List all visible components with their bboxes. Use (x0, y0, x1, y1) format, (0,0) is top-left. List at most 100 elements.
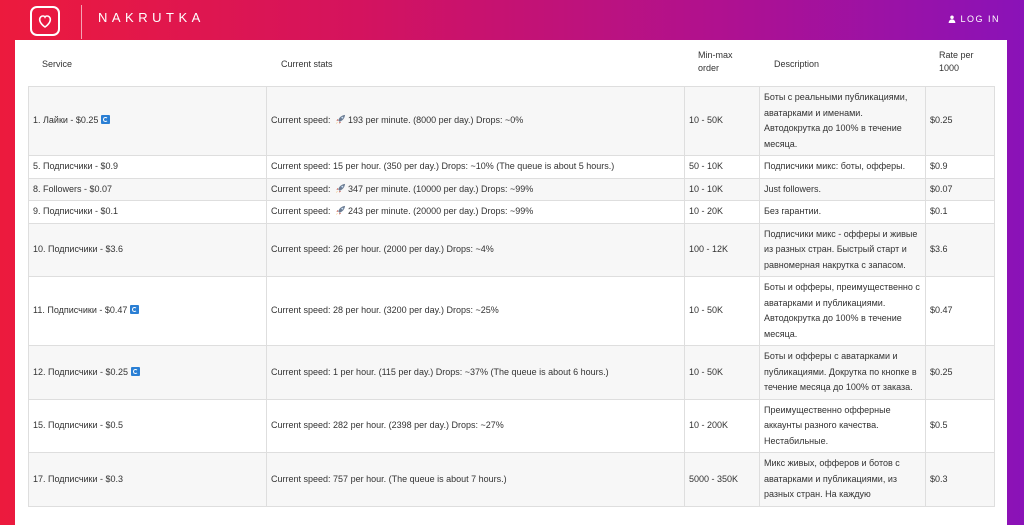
min-max-cell: 5000 - 350K (684, 452, 760, 507)
brand-divider (81, 5, 82, 39)
service-cell: 12. Подписчики - $0.25 (28, 345, 267, 400)
description-cell: Боты и офферы, преимущественно с аватарк… (759, 276, 926, 346)
rate-cell: $0.25 (925, 345, 995, 400)
stats-prefix: Current speed: (271, 244, 334, 254)
rate-value: $0.47 (930, 305, 953, 316)
stats-prefix: Current speed: (271, 473, 334, 484)
table-row[interactable]: 15. Подписчики - $0.5 Current speed: 282… (28, 398, 995, 453)
service-name: 15. Подписчики - $0.5 (33, 420, 124, 430)
top-navigation-bar: NAKRUTKA LOG IN (0, 0, 1024, 40)
table-row[interactable]: 12. Подписчики - $0.25 Current speed: 1 … (28, 345, 995, 400)
service-name: 8. Followers - $0.07 (33, 183, 113, 194)
stats-cell: Current speed: 243 per minute. (20000 pe… (266, 200, 685, 224)
user-icon (949, 15, 956, 23)
stats-prefix: Current speed: (271, 161, 334, 171)
column-min-max-line2: order (698, 63, 720, 73)
rate-cell: $0.07 (925, 177, 995, 201)
stats-prefix: Current speed: (271, 420, 334, 430)
column-current-stats: Current stats (281, 59, 333, 69)
stats-prefix: Current speed: (271, 206, 334, 216)
logo[interactable] (30, 6, 60, 36)
stats-text: 1 per hour. (115 per day.) Drops: ~37% (… (333, 366, 609, 377)
table-row[interactable]: 17. Подписчики - $0.3 Current speed: 757… (28, 452, 995, 507)
service-cell: 1. Лайки - $0.25 (28, 86, 267, 156)
column-service: Service (42, 59, 73, 69)
description-cell: Подписчики микс - офферы и живые из разн… (759, 222, 926, 277)
description-cell: Преимущественно офферные аккаунты разног… (759, 398, 926, 453)
table-row[interactable]: 11. Подписчики - $0.47 Current speed: 28… (28, 276, 995, 346)
heart-icon (38, 15, 52, 28)
description-text: Подписчики микс - офферы и живые из разн… (764, 228, 918, 270)
service-cell: 8. Followers - $0.07 (28, 177, 267, 201)
table-row[interactable]: 10. Подписчики - $3.6 Current speed: 26 … (28, 222, 995, 277)
min-max-value: 50 - 10K (689, 161, 724, 171)
column-description: Description (774, 59, 820, 69)
table-row[interactable]: 5. Подписчики - $0.9 Current speed: 15 p… (28, 155, 995, 179)
rate-cell: $0.3 (925, 452, 995, 507)
description-text: Just followers. (764, 183, 822, 194)
stats-prefix: Current speed: (271, 115, 334, 126)
service-name: 11. Подписчики - $0.47 (33, 305, 128, 316)
stats-text: 28 per hour. (3200 per day.) Drops: ~25% (333, 305, 499, 316)
min-max-value: 100 - 12K (689, 244, 729, 254)
stats-cell: Current speed: 757 per hour. (The queue … (266, 452, 685, 507)
service-name: 5. Подписчики - $0.9 (33, 161, 119, 171)
service-cell: 5. Подписчики - $0.9 (28, 155, 267, 179)
stats-prefix: Current speed: (271, 366, 334, 377)
column-min-max-order: Min-max order (698, 49, 733, 75)
stats-cell: Current speed: 1 per hour. (115 per day.… (266, 345, 685, 400)
description-text: Преимущественно офферные аккаунты разног… (764, 404, 891, 446)
rate-value: $0.25 (930, 366, 953, 377)
service-cell: 9. Подписчики - $0.1 (28, 200, 267, 224)
min-max-cell: 10 - 20K (684, 200, 760, 224)
stats-prefix: Current speed: (271, 305, 334, 316)
description-text: Боты и офферы, преимущественно с аватарк… (764, 282, 920, 339)
description-cell: Боты и офферы с аватарками и публикациям… (759, 345, 926, 400)
min-max-cell: 10 - 50K (684, 86, 760, 156)
description-text: Микс живых, офферов и ботов с аватарками… (764, 458, 900, 499)
table-row[interactable]: 9. Подписчики - $0.1 Current speed: 243 … (28, 200, 995, 224)
stats-text: 15 per hour. (350 per day.) Drops: ~10% … (333, 161, 615, 171)
min-max-cell: 10 - 50K (684, 345, 760, 400)
min-max-value: 5000 - 350K (689, 473, 739, 484)
rate-cell: $0.25 (925, 86, 995, 156)
rate-value: $3.6 (930, 244, 948, 254)
table-row[interactable]: 1. Лайки - $0.25 Current speed: 193 per … (28, 86, 995, 156)
rocket-icon (335, 183, 346, 193)
min-max-value: 10 - 50K (689, 115, 724, 126)
login-label: LOG IN (960, 14, 1000, 24)
min-max-cell: 10 - 10K (684, 177, 760, 201)
column-rate-line2: 1000 (939, 63, 960, 73)
service-cell: 15. Подписчики - $0.5 (28, 398, 267, 453)
description-cell: Подписчики микс: боты, офферы. (759, 155, 926, 179)
services-table: 1. Лайки - $0.25 Current speed: 193 per … (28, 86, 995, 507)
service-name: 1. Лайки - $0.25 (33, 115, 99, 126)
table-row[interactable]: 8. Followers - $0.07 Current speed: 347 … (28, 177, 995, 201)
rate-cell: $0.9 (925, 155, 995, 179)
refresh-icon (131, 366, 141, 376)
stats-text: 26 per hour. (2000 per day.) Drops: ~4% (333, 244, 494, 254)
min-max-cell: 10 - 200K (684, 398, 760, 453)
min-max-value: 10 - 20K (689, 206, 724, 216)
stats-text: 347 per minute. (10000 per day.) Drops: … (348, 183, 534, 194)
column-rate: Rate per 1000 (939, 49, 974, 75)
stats-text: 757 per hour. (The queue is about 7 hour… (333, 473, 507, 484)
column-min-max-line1: Min-max (698, 50, 733, 60)
stats-cell: Current speed: 282 per hour. (2398 per d… (266, 398, 685, 453)
service-cell: 11. Подписчики - $0.47 (28, 276, 267, 346)
rate-value: $0.9 (930, 161, 948, 171)
rate-value: $0.25 (930, 115, 953, 126)
min-max-cell: 50 - 10K (684, 155, 760, 179)
stats-text: 282 per hour. (2398 per day.) Drops: ~27… (333, 420, 504, 430)
min-max-cell: 10 - 50K (684, 276, 760, 346)
login-link[interactable]: LOG IN (948, 14, 1000, 24)
refresh-icon (130, 305, 140, 315)
rate-value: $0.07 (930, 183, 953, 194)
min-max-value: 10 - 50K (689, 305, 724, 316)
description-cell: Боты с реальными публикациями, аватаркам… (759, 86, 926, 156)
stats-cell: Current speed: 347 per minute. (10000 pe… (266, 177, 685, 201)
rate-value: $0.1 (930, 206, 948, 216)
stats-cell: Current speed: 28 per hour. (3200 per da… (266, 276, 685, 346)
description-text: Без гарантии. (764, 206, 822, 216)
stats-prefix: Current speed: (271, 183, 334, 194)
